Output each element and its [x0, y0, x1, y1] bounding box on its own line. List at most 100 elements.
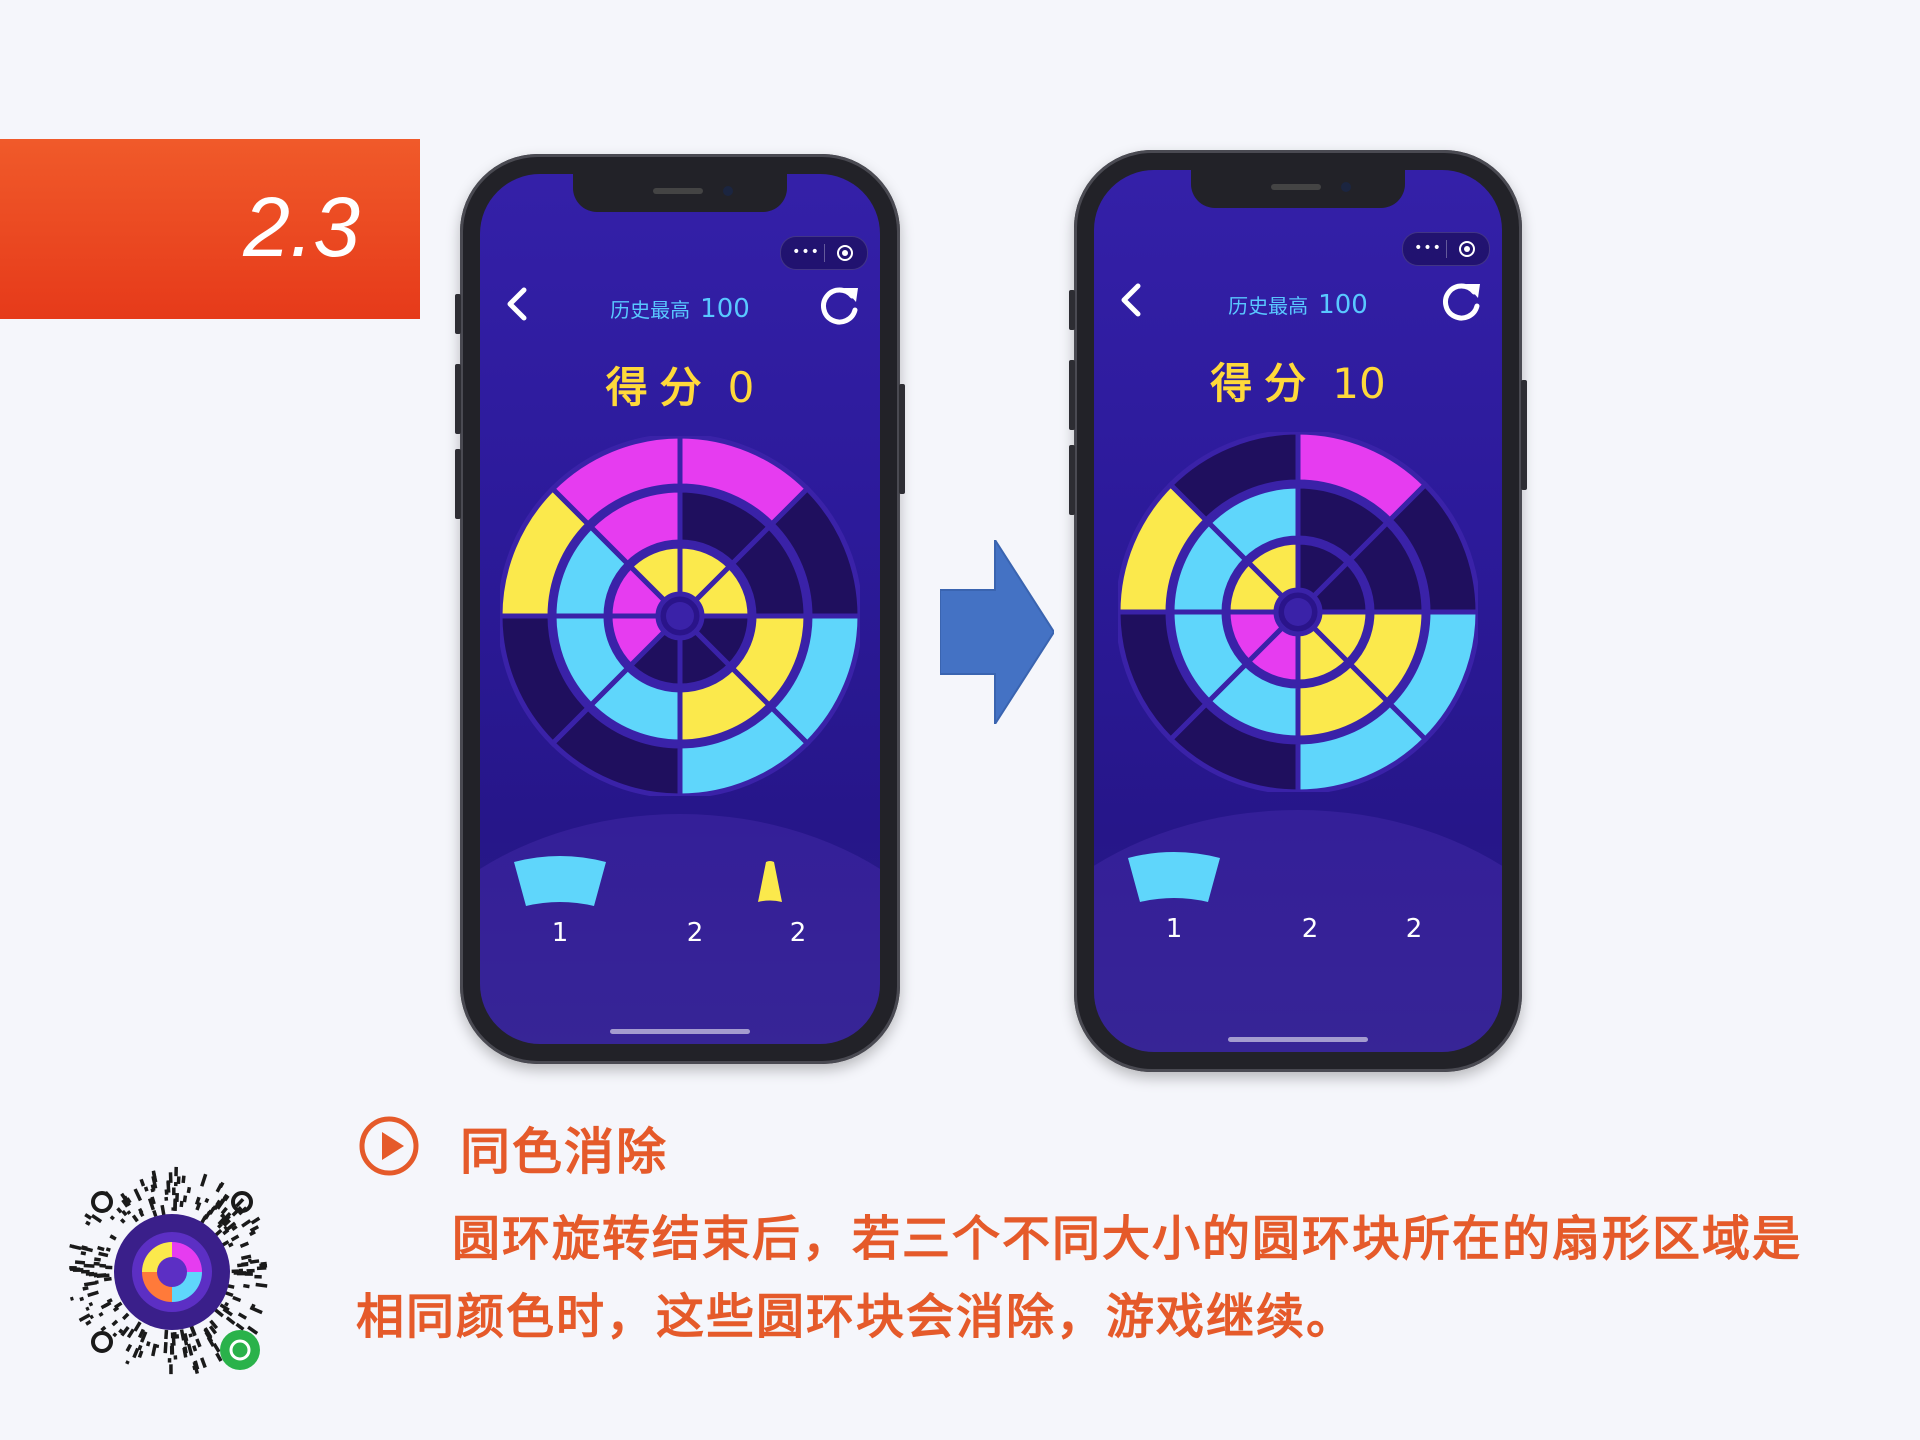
qr-dot [250, 1216, 261, 1225]
qr-dot [121, 1312, 130, 1321]
notch [573, 174, 787, 212]
qr-dot [83, 1263, 95, 1268]
qr-dot [109, 1215, 115, 1221]
qr-dot [186, 1343, 194, 1356]
mini-program-capsule[interactable]: ••• [1402, 232, 1490, 266]
wheel-hub [1284, 598, 1312, 626]
section-number: 2.3 [243, 180, 360, 274]
qr-dot [164, 1196, 169, 1201]
qr-dot [88, 1301, 94, 1307]
qr-dot [133, 1321, 142, 1332]
qr-dot [105, 1265, 113, 1270]
piece-count: 2 [1405, 914, 1423, 944]
qr-dot [192, 1345, 198, 1352]
home-indicator [610, 1029, 750, 1034]
score-label: 得分 [1210, 359, 1319, 408]
wheel-hub [666, 602, 694, 630]
play-icon [359, 1116, 419, 1176]
qr-dot [170, 1332, 175, 1339]
feature-description: 圆环旋转结束后，若三个不同大小的圆环块所在的扇形区域是相同颜色时，这些圆环块会消… [356, 1211, 1803, 1345]
qr-dot [195, 1338, 202, 1348]
qr-dot [220, 1206, 228, 1215]
qr-dot [85, 1319, 92, 1326]
qr-dot [119, 1218, 126, 1224]
qr-dot [81, 1269, 90, 1274]
qr-dot [125, 1343, 133, 1352]
score-label: 得分 [605, 363, 714, 412]
qr-dot [79, 1296, 85, 1302]
phone-after: ••• 历史最高 100 得分 10 1 2 2 [1069, 150, 1527, 1072]
game-screen: ••• 历史最高 100 得分 0 1 2 2 [480, 174, 880, 1044]
qr-dot [259, 1263, 265, 1268]
more-icon[interactable]: ••• [1411, 233, 1445, 263]
qr-dot [94, 1257, 101, 1262]
feature-title: 同色消除 [460, 1123, 668, 1181]
notch [1191, 170, 1405, 208]
ring-wheel[interactable] [500, 436, 860, 796]
qr-dot [254, 1274, 262, 1279]
piece-count: 2 [789, 918, 807, 948]
refresh-icon[interactable] [816, 282, 862, 328]
qr-dot [171, 1207, 175, 1211]
qr-dot [152, 1209, 158, 1217]
qr-dot [235, 1197, 245, 1208]
home-indicator [1228, 1037, 1368, 1042]
qr-dot [225, 1316, 236, 1325]
qr-dot [163, 1342, 168, 1354]
qr-dot [230, 1234, 240, 1242]
qr-dot [237, 1262, 249, 1268]
qr-dot [69, 1296, 74, 1301]
qr-dot [155, 1344, 160, 1349]
section-badge: 2.3 [0, 139, 420, 319]
qr-dot [239, 1241, 250, 1248]
qr-dot [91, 1213, 103, 1224]
arrow-right-icon [940, 540, 1054, 724]
qr-dot [72, 1244, 82, 1251]
qr-dot [176, 1176, 181, 1185]
qr-dot [111, 1319, 119, 1327]
piece-count: 1 [551, 918, 569, 948]
qr-dot [87, 1290, 99, 1298]
ring-wheel[interactable] [1118, 432, 1478, 792]
qr-dot [170, 1343, 175, 1355]
target-icon[interactable] [1459, 241, 1475, 257]
qr-dot [249, 1305, 263, 1315]
qr-dot [99, 1263, 107, 1268]
qr-finder [91, 1331, 113, 1353]
qr-dot [143, 1186, 149, 1192]
more-icon[interactable]: ••• [789, 237, 823, 267]
mini-program-capsule[interactable]: ••• [780, 236, 868, 270]
qr-dot [182, 1195, 188, 1203]
qr-dot [80, 1251, 87, 1256]
piece-count: 2 [686, 918, 704, 948]
qr-dot [83, 1280, 97, 1287]
game-screen: ••• 历史最高 100 得分 10 1 2 2 [1094, 170, 1502, 1052]
qr-dot [200, 1173, 208, 1187]
qr-dot [246, 1268, 255, 1273]
qr-dot [121, 1209, 128, 1217]
qr-dot [186, 1186, 192, 1194]
piece-count: 2 [1301, 914, 1319, 944]
qr-dot [241, 1219, 252, 1228]
qr-dot [137, 1350, 144, 1359]
refresh-icon[interactable] [1438, 278, 1484, 324]
qr-dot [84, 1213, 93, 1220]
best-label: 历史最高 [1228, 294, 1309, 318]
qr-dot [133, 1188, 143, 1202]
qr-dot [204, 1197, 210, 1204]
qr-dot [200, 1357, 207, 1369]
qr-dot [74, 1260, 86, 1265]
qr-dot [105, 1247, 111, 1252]
qr-dot [139, 1178, 146, 1187]
qr-finder [91, 1191, 113, 1213]
score-value: 10 [1332, 359, 1386, 408]
qr-dot [125, 1360, 130, 1365]
qr-dot [167, 1358, 172, 1363]
target-icon[interactable] [837, 245, 853, 261]
qr-code-icon [69, 1166, 268, 1375]
best-label: 历史最高 [610, 298, 691, 322]
qr-dot [116, 1207, 123, 1214]
qr-dot [237, 1312, 248, 1320]
qr-dot [98, 1311, 104, 1317]
qr-dot [231, 1269, 239, 1274]
